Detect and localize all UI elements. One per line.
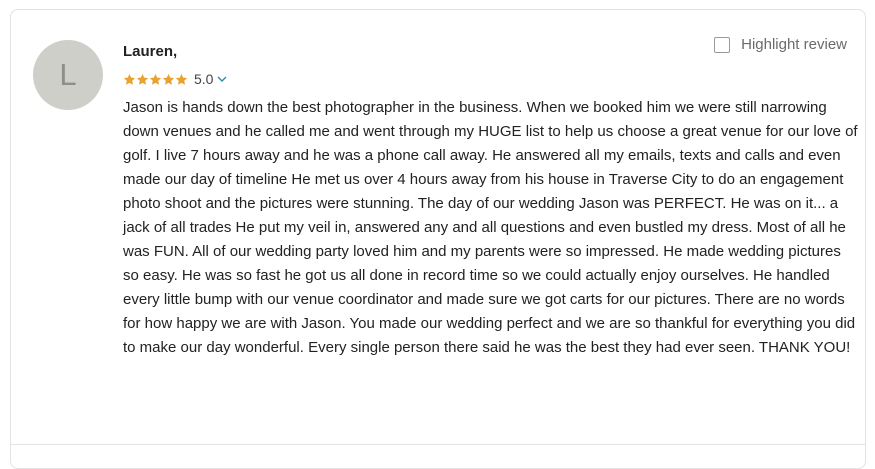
chevron-down-icon[interactable] — [216, 73, 228, 85]
star-icon — [162, 73, 175, 85]
review-text: Jason is hands down the best photographe… — [123, 99, 858, 356]
highlight-review-label[interactable]: Highlight review — [741, 36, 847, 53]
highlight-review-toggle[interactable]: Highlight review — [714, 36, 847, 53]
star-icon — [175, 73, 188, 85]
star-icon — [136, 73, 149, 85]
star-rating — [123, 73, 188, 86]
avatar: L — [33, 40, 103, 110]
rating-value: 5.0 — [194, 71, 214, 87]
review-card: L Lauren, 5.0 Highlight review Jason is … — [10, 9, 866, 469]
divider — [11, 444, 865, 445]
star-icon — [149, 73, 162, 85]
rating-row[interactable]: 5.0 — [123, 71, 228, 87]
star-icon — [123, 73, 136, 85]
reviewer-name: Lauren, — [123, 43, 178, 60]
checkbox-icon[interactable] — [714, 36, 731, 53]
